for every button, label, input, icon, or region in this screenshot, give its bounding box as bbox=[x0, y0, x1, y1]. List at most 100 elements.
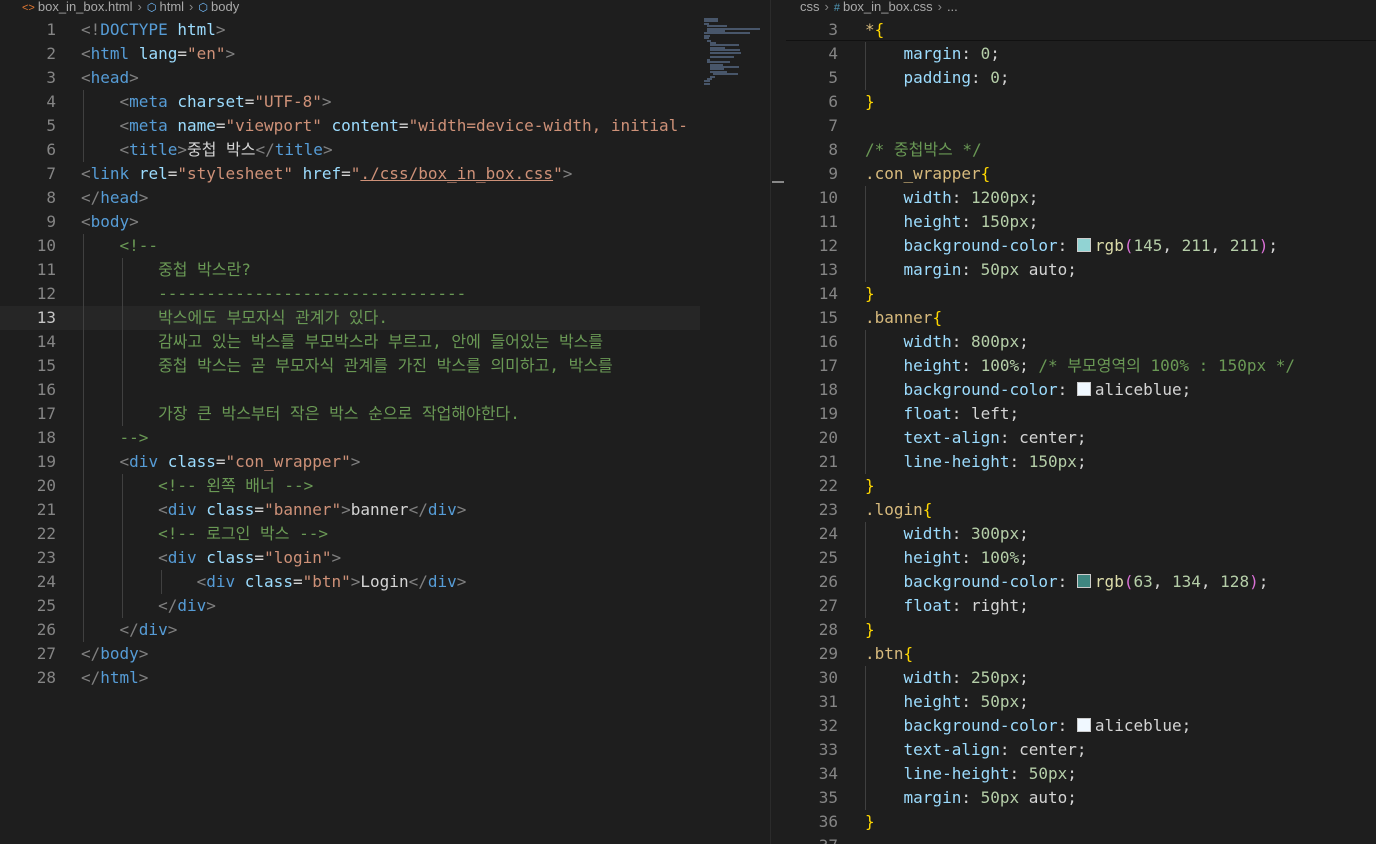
breadcrumb-item-file[interactable]: box_in_box.css bbox=[843, 0, 933, 14]
code-line[interactable]: 24 width: 300px; bbox=[786, 522, 1376, 546]
code-line[interactable]: 16 width: 800px; bbox=[786, 330, 1376, 354]
color-swatch[interactable] bbox=[1076, 238, 1091, 252]
code-line[interactable]: 37 bbox=[786, 834, 1376, 844]
code-line[interactable]: 28} bbox=[786, 618, 1376, 642]
code-line[interactable]: 30 width: 250px; bbox=[786, 666, 1376, 690]
code-line[interactable]: 5 <meta name="viewport" content="width=d… bbox=[0, 114, 770, 138]
code-line[interactable]: 14 감싸고 있는 박스를 부모박스라 부르고, 안에 들어있는 박스를 bbox=[0, 330, 770, 354]
pane-divider[interactable] bbox=[770, 0, 787, 844]
color-swatch[interactable] bbox=[1076, 574, 1091, 588]
code-line[interactable]: 19 <div class="con_wrapper"> bbox=[0, 450, 770, 474]
css-editor-pane[interactable]: css › # box_in_box.css ›... 3 *{4 margin: 0; 5… bbox=[786, 0, 1376, 844]
breadcrumb-item-file[interactable]: box_in_box.html bbox=[38, 0, 133, 14]
code-line[interactable]: 4 margin: 0; bbox=[786, 42, 1376, 66]
code-line[interactable]: 23 <div class="login"> bbox=[0, 546, 770, 570]
code-token: title bbox=[274, 140, 323, 159]
code-line[interactable]: 24 <div class="btn">Login</div> bbox=[0, 570, 770, 594]
code-token: } bbox=[865, 620, 875, 639]
code-line[interactable]: 13 박스에도 부모자식 관계가 있다. bbox=[0, 306, 770, 330]
code-line[interactable]: 27 </body> bbox=[0, 642, 770, 666]
code-line[interactable]: 21 line-height: 150px; bbox=[786, 450, 1376, 474]
breadcrumb-item-more[interactable]: ... bbox=[947, 0, 958, 14]
code-line[interactable]: 32 background-color: aliceblue; bbox=[786, 714, 1376, 738]
code-area[interactable]: 1 <!DOCTYPE html> 2 <html lang="en"> 3 <head>… bbox=[0, 18, 770, 690]
code-line[interactable]: 1 <!DOCTYPE html> bbox=[0, 18, 770, 42]
code-line[interactable]: 20 <!-- 왼쪽 배너 --> bbox=[0, 474, 770, 498]
code-line[interactable]: 9 .con_wrapper{ bbox=[786, 162, 1376, 186]
code-line[interactable]: 22} bbox=[786, 474, 1376, 498]
minimap[interactable] bbox=[700, 14, 770, 844]
code-line[interactable]: 23 .login{ bbox=[786, 498, 1376, 522]
code-token: body bbox=[90, 212, 130, 231]
code-token: <! bbox=[81, 20, 101, 39]
line-number: 15 bbox=[818, 308, 838, 327]
code-line[interactable]: 26 </div> bbox=[0, 618, 770, 642]
code-line[interactable]: 26 background-color: rgb(63, 134, 128); bbox=[786, 570, 1376, 594]
code-line[interactable]: 27 float: right; bbox=[786, 594, 1376, 618]
code-line[interactable]: 17 가장 큰 박스부터 작은 박스 순으로 작업해야한다. bbox=[0, 402, 770, 426]
color-swatch[interactable] bbox=[1076, 382, 1091, 396]
color-swatch[interactable] bbox=[1076, 718, 1091, 732]
line-number: 11 bbox=[818, 212, 838, 231]
code-line[interactable]: 14} bbox=[786, 282, 1376, 306]
code-area[interactable]: 3 *{4 margin: 0; 5 padding: 0; 6} 7 8/* 중첩박스 … bbox=[786, 18, 1376, 844]
breadcrumb-item-body[interactable]: body bbox=[211, 0, 239, 14]
line-number: 6 bbox=[828, 92, 838, 111]
code-line[interactable]: 7 bbox=[786, 114, 1376, 138]
code-line[interactable]: 36} bbox=[786, 810, 1376, 834]
indentation bbox=[81, 500, 158, 519]
code-line[interactable]: 5 padding: 0; bbox=[786, 66, 1376, 90]
code-token: > bbox=[350, 452, 361, 471]
code-line[interactable]: 10 <!-- bbox=[0, 234, 770, 258]
code-line[interactable]: 22 <!-- 로그인 박스 --> bbox=[0, 522, 770, 546]
code-line[interactable]: 15 중첩 박스는 곧 부모자식 관계를 가진 박스를 의미하고, 박스를 bbox=[0, 354, 770, 378]
code-line[interactable]: 7 <link rel="stylesheet" href="./css/box_… bbox=[0, 162, 770, 186]
indentation bbox=[865, 260, 904, 279]
code-line[interactable]: 9 <body> bbox=[0, 210, 770, 234]
code-line[interactable]: 4 <meta charset="UTF-8"> bbox=[0, 90, 770, 114]
code-line[interactable]: 6 <title>중첩 박스</title> bbox=[0, 138, 770, 162]
code-line[interactable]: 34 line-height: 50px; bbox=[786, 762, 1376, 786]
breadcrumb-item-html[interactable]: html bbox=[159, 0, 184, 14]
code-line[interactable]: 8 </head> bbox=[0, 186, 770, 210]
code-token: html bbox=[177, 20, 216, 39]
code-token: div bbox=[427, 500, 457, 519]
code-line[interactable]: 25 height: 100%; bbox=[786, 546, 1376, 570]
code-line[interactable]: 31 height: 50px; bbox=[786, 690, 1376, 714]
indent-guide bbox=[865, 594, 866, 618]
code-line[interactable]: 18 --> bbox=[0, 426, 770, 450]
code-token: { bbox=[874, 20, 885, 39]
code-line[interactable]: 2 <html lang="en"> bbox=[0, 42, 770, 66]
code-line[interactable]: 16 bbox=[0, 378, 770, 402]
code-line[interactable]: 3 <head> bbox=[0, 66, 770, 90]
code-line[interactable]: 11 중첩 박스란? bbox=[0, 258, 770, 282]
breadcrumb-item-folder[interactable]: css bbox=[800, 0, 820, 14]
html-file-icon: <> bbox=[22, 2, 35, 14]
code-line[interactable]: 33 text-align: center; bbox=[786, 738, 1376, 762]
code-line[interactable]: 3 *{ bbox=[786, 18, 1376, 42]
code-line[interactable]: 12 -------------------------------- bbox=[0, 282, 770, 306]
code-line[interactable]: 18 background-color: aliceblue; bbox=[786, 378, 1376, 402]
code-line[interactable]: 11 height: 150px; bbox=[786, 210, 1376, 234]
html-editor-pane[interactable]: <> box_in_box.html › ⬡ html › ⬡ body 1 <!DOCTYPE… bbox=[0, 0, 770, 844]
code-line[interactable]: 28 </html> bbox=[0, 666, 770, 690]
code-line[interactable]: 29 .btn{ bbox=[786, 642, 1376, 666]
code-line[interactable]: 17 height: 100%; /* 부모영역의 100% : 150px *… bbox=[786, 354, 1376, 378]
code-line[interactable]: 20 text-align: center; bbox=[786, 426, 1376, 450]
code-token: { bbox=[980, 164, 991, 183]
code-line[interactable]: 15 .banner{ bbox=[786, 306, 1376, 330]
code-line[interactable]: 10 width: 1200px; bbox=[786, 186, 1376, 210]
code-line[interactable]: 35 margin: 50px auto; bbox=[786, 786, 1376, 810]
scrollbar-thumb[interactable] bbox=[772, 181, 784, 183]
code-line[interactable]: 12 background-color: rgb(145, 211, 211); bbox=[786, 234, 1376, 258]
code-line[interactable]: 21 <div class="banner">banner</div> bbox=[0, 498, 770, 522]
code-line[interactable]: 25 </div> bbox=[0, 594, 770, 618]
code-line[interactable]: 6} bbox=[786, 90, 1376, 114]
code-token: } bbox=[865, 476, 875, 495]
code-line[interactable]: 8 /* 중첩박스 */ bbox=[786, 138, 1376, 162]
indentation bbox=[865, 68, 904, 87]
code-line[interactable]: 13 margin: 50px auto; bbox=[786, 258, 1376, 282]
code-line[interactable]: 19 float: left; bbox=[786, 402, 1376, 426]
code-token: height bbox=[903, 692, 962, 711]
